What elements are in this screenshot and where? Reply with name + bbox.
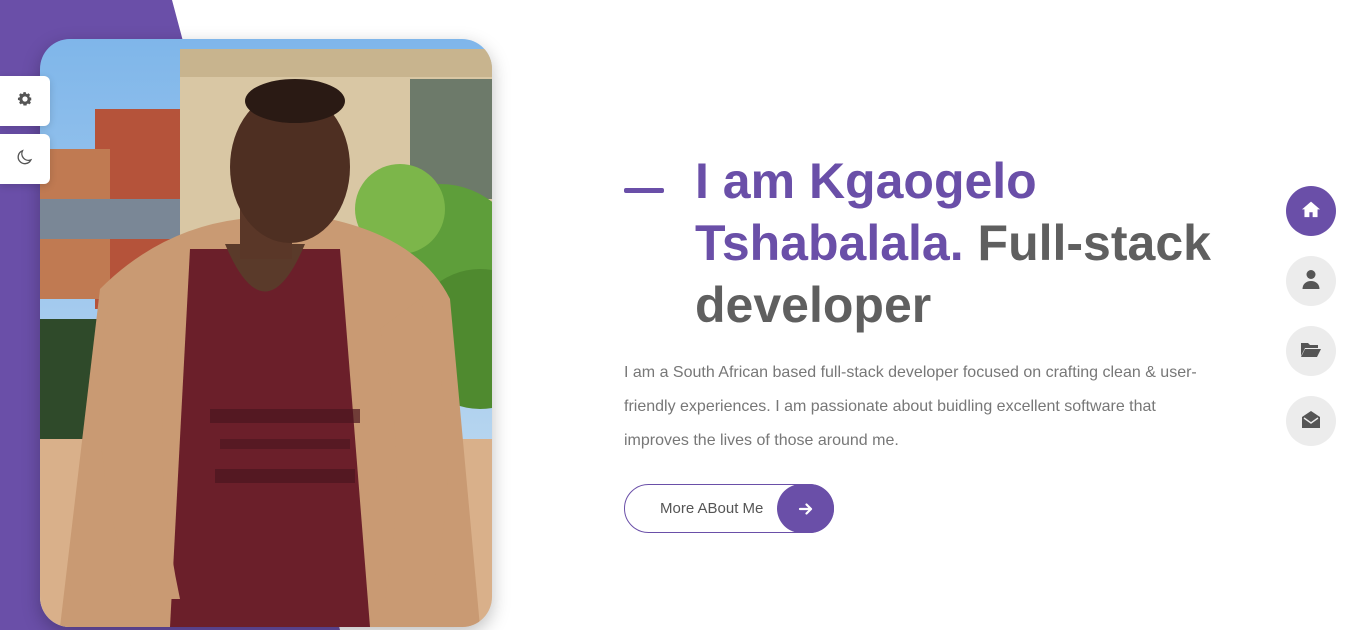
gear-icon [16, 90, 34, 113]
nav-contact-button[interactable] [1286, 396, 1336, 446]
hero-heading: I am Kgaogelo Tshabalala. Full-stack dev… [695, 150, 1224, 336]
nav-about-button[interactable] [1286, 256, 1336, 306]
dark-mode-toggle[interactable] [0, 134, 50, 184]
arrow-right-icon [777, 484, 834, 533]
more-about-me-button[interactable]: More ABout Me [624, 484, 834, 533]
envelope-open-icon [1301, 409, 1321, 434]
heading-dash [624, 188, 664, 193]
folder-open-icon [1300, 340, 1322, 363]
moon-icon [15, 147, 35, 172]
hero-description: I am a South African based full-stack de… [624, 364, 1197, 449]
hero-content: I am Kgaogelo Tshabalala. Full-stack dev… [624, 150, 1224, 458]
profile-photo-illustration [40, 39, 492, 627]
more-about-me-label: More ABout Me [660, 500, 764, 517]
nav-home-button[interactable] [1286, 186, 1336, 236]
section-nav [1286, 186, 1336, 466]
nav-portfolio-button[interactable] [1286, 326, 1336, 376]
side-tools [0, 76, 50, 192]
profile-photo [40, 39, 492, 627]
user-icon [1302, 269, 1320, 294]
home-icon [1301, 200, 1321, 223]
page: I am Kgaogelo Tshabalala. Full-stack dev… [0, 0, 1365, 630]
settings-button[interactable] [0, 76, 50, 126]
